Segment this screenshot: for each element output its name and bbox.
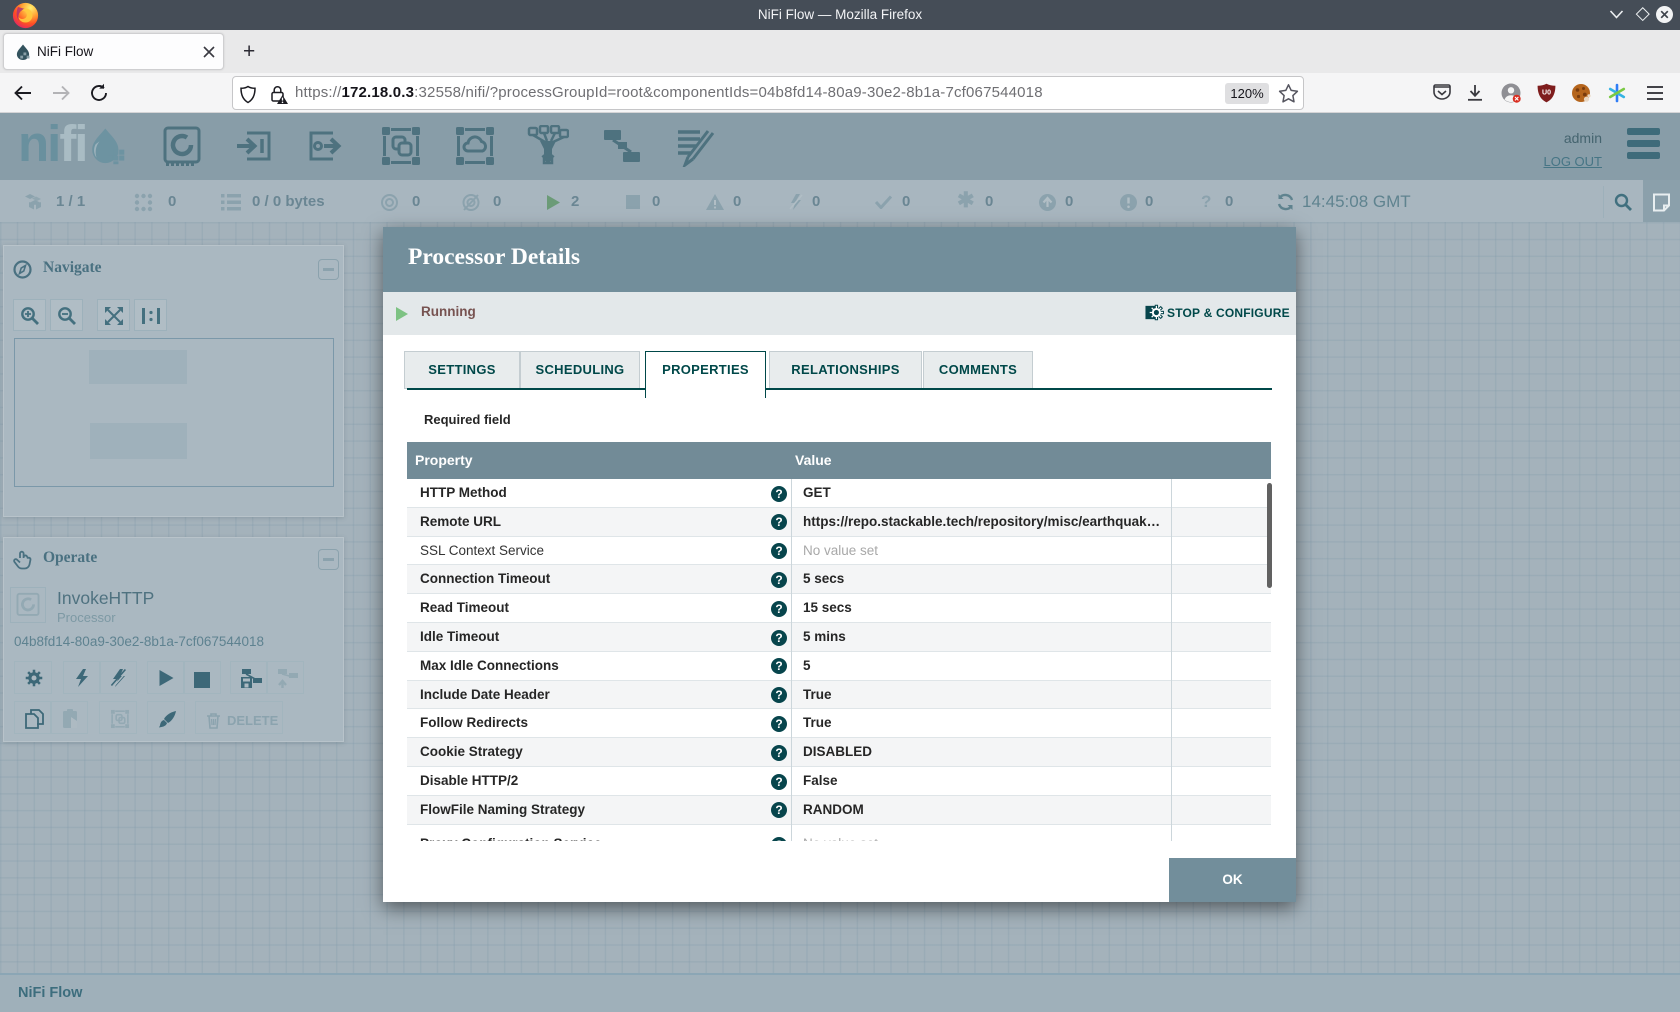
svg-text:U0: U0 <box>1542 90 1551 97</box>
